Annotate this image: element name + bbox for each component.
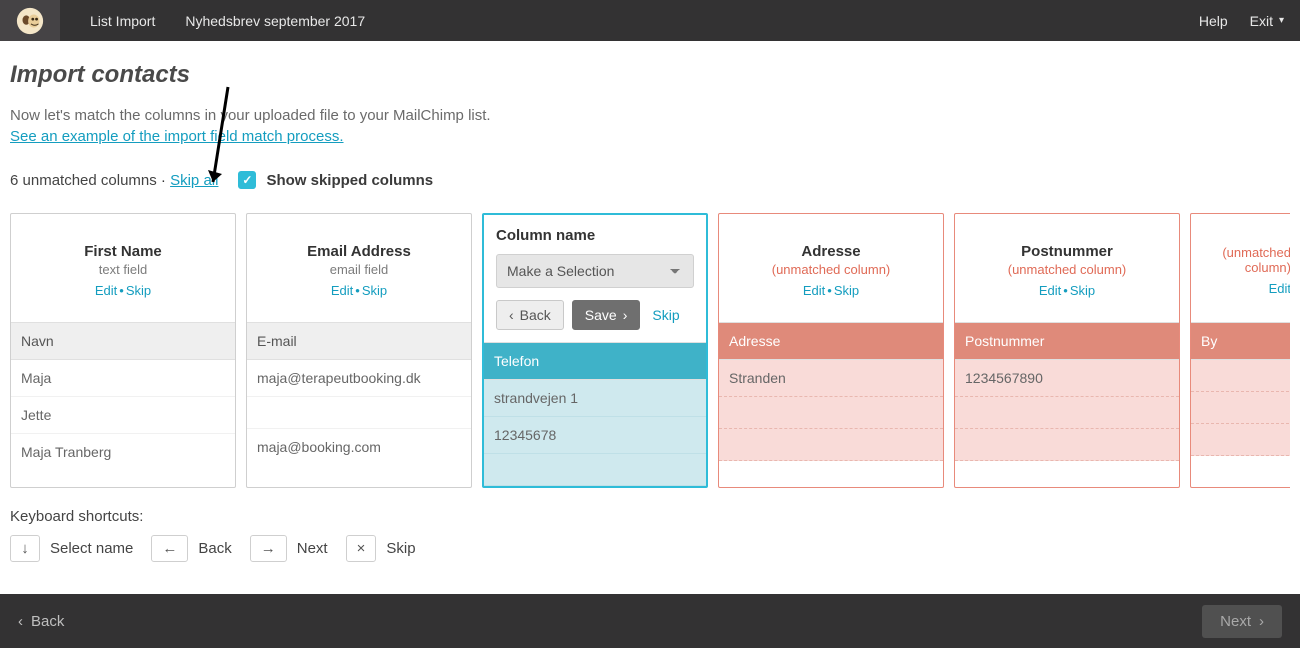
table-cell	[955, 429, 1179, 461]
column-email-address: Email Address email field Edit•Skip E-ma…	[246, 213, 472, 488]
edit-link[interactable]: Edit	[803, 283, 825, 298]
chevron-down-icon: ▾	[1279, 15, 1284, 26]
help-link[interactable]: Help	[1199, 13, 1228, 29]
edit-link[interactable]: Edit	[95, 283, 117, 298]
down-arrow-key-icon: ↓	[10, 535, 40, 562]
x-key-icon: ×	[346, 535, 377, 562]
column-title: First Name	[84, 243, 162, 260]
table-cell: maja@terapeutbooking.dk	[247, 360, 471, 397]
back-label: Back	[520, 307, 551, 323]
table-cell: Jette	[11, 397, 235, 434]
column-type: email field	[330, 262, 389, 277]
table-cell	[719, 429, 943, 461]
source-header: E-mail	[247, 322, 471, 360]
shortcut-select: ↓ Select name	[10, 535, 133, 562]
table-cell	[719, 397, 943, 429]
column-active: Column name Make a Selection ‹ Back Save…	[482, 213, 708, 488]
table-cell	[1191, 360, 1290, 392]
mailchimp-logo[interactable]	[0, 0, 60, 41]
shortcut-select-label: Select name	[50, 540, 133, 557]
unmatched-status: 6 unmatched columns · Skip all	[10, 172, 218, 189]
table-cell: 1234567890	[955, 360, 1179, 397]
lead-text: Now let's match the columns in your uplo…	[10, 107, 1290, 124]
source-header: Adresse	[719, 322, 943, 360]
table-cell: strandvejen 1	[484, 380, 706, 417]
source-header: Navn	[11, 322, 235, 360]
unmatched-label: (unmatched column)	[1008, 262, 1127, 277]
column-first-name: First Name text field Edit•Skip Navn Maj…	[10, 213, 236, 488]
skip-link[interactable]: Skip	[126, 283, 151, 298]
column-by-partial: (unmatched column) Edit By	[1190, 213, 1290, 488]
footer-bar: ‹ Back Next ›	[0, 594, 1300, 648]
shortcuts-label: Keyboard shortcuts:	[10, 508, 143, 525]
column-title: Adresse	[801, 243, 860, 260]
shortcut-skip: × Skip	[346, 535, 416, 562]
table-cell: maja@booking.com	[247, 429, 471, 465]
checkbox-checked-icon: ✓	[238, 171, 256, 189]
shortcut-skip-label: Skip	[386, 540, 415, 557]
show-skipped-toggle[interactable]: ✓ Show skipped columns	[238, 171, 433, 189]
source-header: Telefon	[484, 342, 706, 380]
skip-link[interactable]: Skip	[362, 283, 387, 298]
column-name-label: Column name	[496, 227, 694, 244]
page-title: Import contacts	[10, 61, 1290, 89]
main-content: Import contacts Now let's match the colu…	[0, 41, 1300, 572]
column-type: text field	[99, 262, 147, 277]
column-name-select[interactable]: Make a Selection	[496, 254, 694, 288]
shortcut-back-label: Back	[198, 540, 231, 557]
table-cell	[247, 397, 471, 429]
column-title: Postnummer	[1021, 243, 1113, 260]
save-label: Save	[585, 307, 617, 323]
footer-back-label: Back	[31, 613, 64, 630]
column-postnummer: Postnummer (unmatched column) Edit•Skip …	[954, 213, 1180, 488]
shortcut-next-label: Next	[297, 540, 328, 557]
chevron-left-icon: ‹	[18, 613, 23, 630]
edit-link[interactable]: Edit	[1269, 281, 1290, 296]
table-cell	[484, 454, 706, 486]
unmatched-count: 6 unmatched columns	[10, 172, 157, 189]
shortcut-next: → Next	[250, 535, 328, 562]
keyboard-shortcuts: Keyboard shortcuts:	[10, 508, 1290, 525]
footer-next-button[interactable]: Next ›	[1202, 605, 1282, 638]
skip-link[interactable]: Skip	[834, 283, 859, 298]
mailchimp-icon	[15, 6, 45, 36]
table-cell	[1191, 424, 1290, 456]
table-cell: Maja Tranberg	[11, 434, 235, 470]
edit-link[interactable]: Edit	[331, 283, 353, 298]
chevron-left-icon: ‹	[509, 307, 514, 323]
unmatched-label: (unmatched column)	[772, 262, 891, 277]
edit-link[interactable]: Edit	[1039, 283, 1061, 298]
right-arrow-key-icon: →	[250, 535, 287, 562]
source-header: Postnummer	[955, 322, 1179, 360]
source-header: By	[1191, 322, 1290, 360]
column-title: Email Address	[307, 243, 411, 260]
table-cell: Maja	[11, 360, 235, 397]
skip-link[interactable]: Skip	[1070, 283, 1095, 298]
footer-back-button[interactable]: ‹ Back	[18, 613, 64, 630]
example-link[interactable]: See an example of the import field match…	[10, 128, 344, 145]
save-button[interactable]: Save ›	[572, 300, 641, 330]
unmatched-label: (unmatched column)	[1201, 245, 1290, 275]
chevron-right-icon: ›	[623, 307, 628, 323]
exit-menu[interactable]: Exit ▾	[1250, 13, 1284, 29]
breadcrumb-list-import[interactable]: List Import	[90, 13, 155, 29]
show-skipped-label: Show skipped columns	[266, 172, 433, 189]
footer-next-label: Next	[1220, 613, 1251, 630]
table-cell: 12345678	[484, 417, 706, 454]
shortcut-back: ← Back	[151, 535, 231, 562]
back-button[interactable]: ‹ Back	[496, 300, 564, 330]
table-cell	[955, 397, 1179, 429]
skip-all-link[interactable]: Skip all	[170, 172, 218, 189]
left-arrow-key-icon: ←	[151, 535, 188, 562]
breadcrumb-campaign[interactable]: Nyhedsbrev september 2017	[185, 13, 365, 29]
table-cell: Stranden	[719, 360, 943, 397]
column-adresse: Adresse (unmatched column) Edit•Skip Adr…	[718, 213, 944, 488]
exit-label: Exit	[1250, 13, 1273, 29]
table-cell	[1191, 392, 1290, 424]
chevron-right-icon: ›	[1259, 613, 1264, 630]
topbar: List Import Nyhedsbrev september 2017 He…	[0, 0, 1300, 41]
columns-container: First Name text field Edit•Skip Navn Maj…	[10, 213, 1290, 488]
skip-column-link[interactable]: Skip	[652, 307, 679, 323]
